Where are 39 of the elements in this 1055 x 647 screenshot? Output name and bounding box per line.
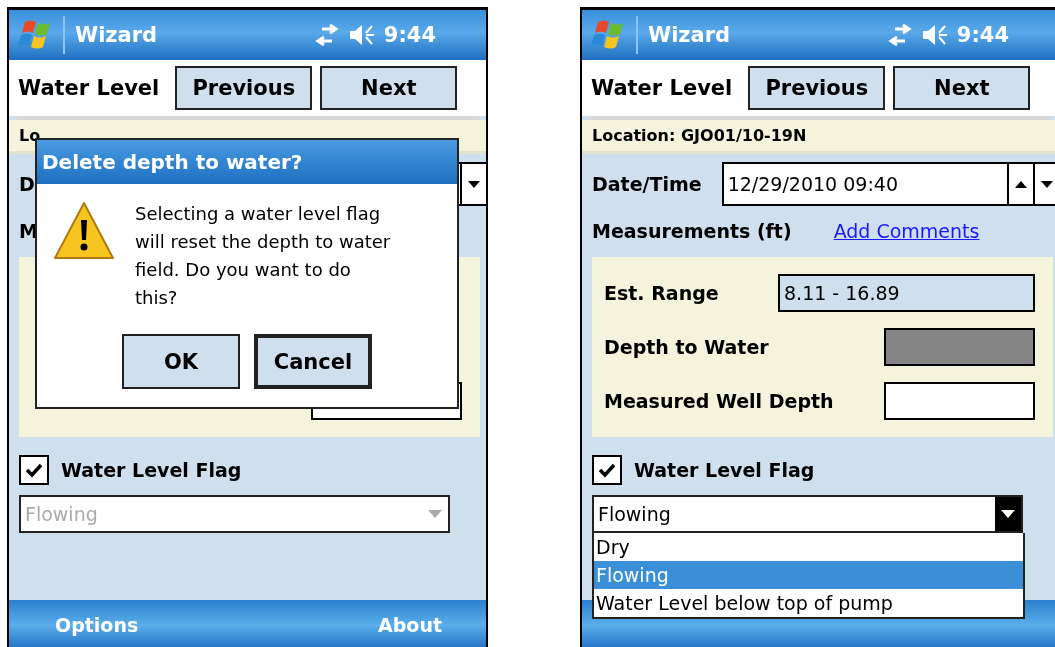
- page-heading: Water Level: [18, 76, 160, 100]
- section-label: Measurements (ft): [592, 220, 792, 242]
- field-label: Est. Range: [604, 282, 719, 304]
- down-triangle-icon: [1040, 178, 1054, 190]
- field-label: Date/Time: [592, 173, 702, 195]
- location-label: Location: GJO01/10-19N: [592, 126, 807, 145]
- warning-icon: [53, 200, 115, 262]
- checkbox[interactable]: [592, 455, 622, 485]
- spin-button[interactable]: [1033, 164, 1055, 204]
- field-label: Depth to Water: [604, 336, 769, 358]
- nav-button[interactable]: Next: [320, 66, 458, 110]
- dropdown-arrow-icon: [428, 510, 442, 518]
- checkmark-icon: [24, 461, 44, 479]
- clock-time: 9:44: [383, 23, 436, 47]
- checkmark-icon: [597, 461, 617, 479]
- dialog-message: Selecting a water level flag will reset the depth to water field. Do you want to do this?: [135, 202, 392, 310]
- dropdown-option[interactable]: Water Level below top of pump: [594, 589, 1023, 617]
- checkbox-label: Water Level Flag: [61, 459, 242, 481]
- checkbox-label: Water Level Flag: [634, 459, 815, 481]
- dialog-button[interactable]: OK: [122, 334, 240, 389]
- window-title: Wizard: [648, 23, 731, 47]
- dropdown-option[interactable]: Dry: [594, 533, 1023, 561]
- add-comments-link[interactable]: Add Comments: [833, 220, 980, 242]
- range-field: 8.11 - 16.89: [778, 274, 1035, 312]
- dropdown-arrow-icon: [1001, 510, 1015, 518]
- field-label: Measured Well Depth: [604, 390, 834, 412]
- nav-button[interactable]: Previous: [748, 66, 886, 110]
- dialog-title: Delete depth to water?: [37, 140, 457, 184]
- nav-button[interactable]: Next: [893, 66, 1031, 110]
- page-heading: Water Level: [591, 76, 733, 100]
- input-field[interactable]: [884, 382, 1035, 420]
- dialog-button[interactable]: Cancel: [254, 334, 372, 389]
- nav-button[interactable]: Previous: [175, 66, 313, 110]
- clock-time: 9:44: [956, 23, 1009, 47]
- date-time-field[interactable]: 12/29/2010 09:40: [721, 162, 1055, 206]
- window-title: Wizard: [75, 23, 158, 47]
- down-triangle-icon: [467, 178, 481, 190]
- field-label: D: [19, 173, 35, 195]
- flag-dropdown[interactable]: Flowing: [592, 495, 1023, 533]
